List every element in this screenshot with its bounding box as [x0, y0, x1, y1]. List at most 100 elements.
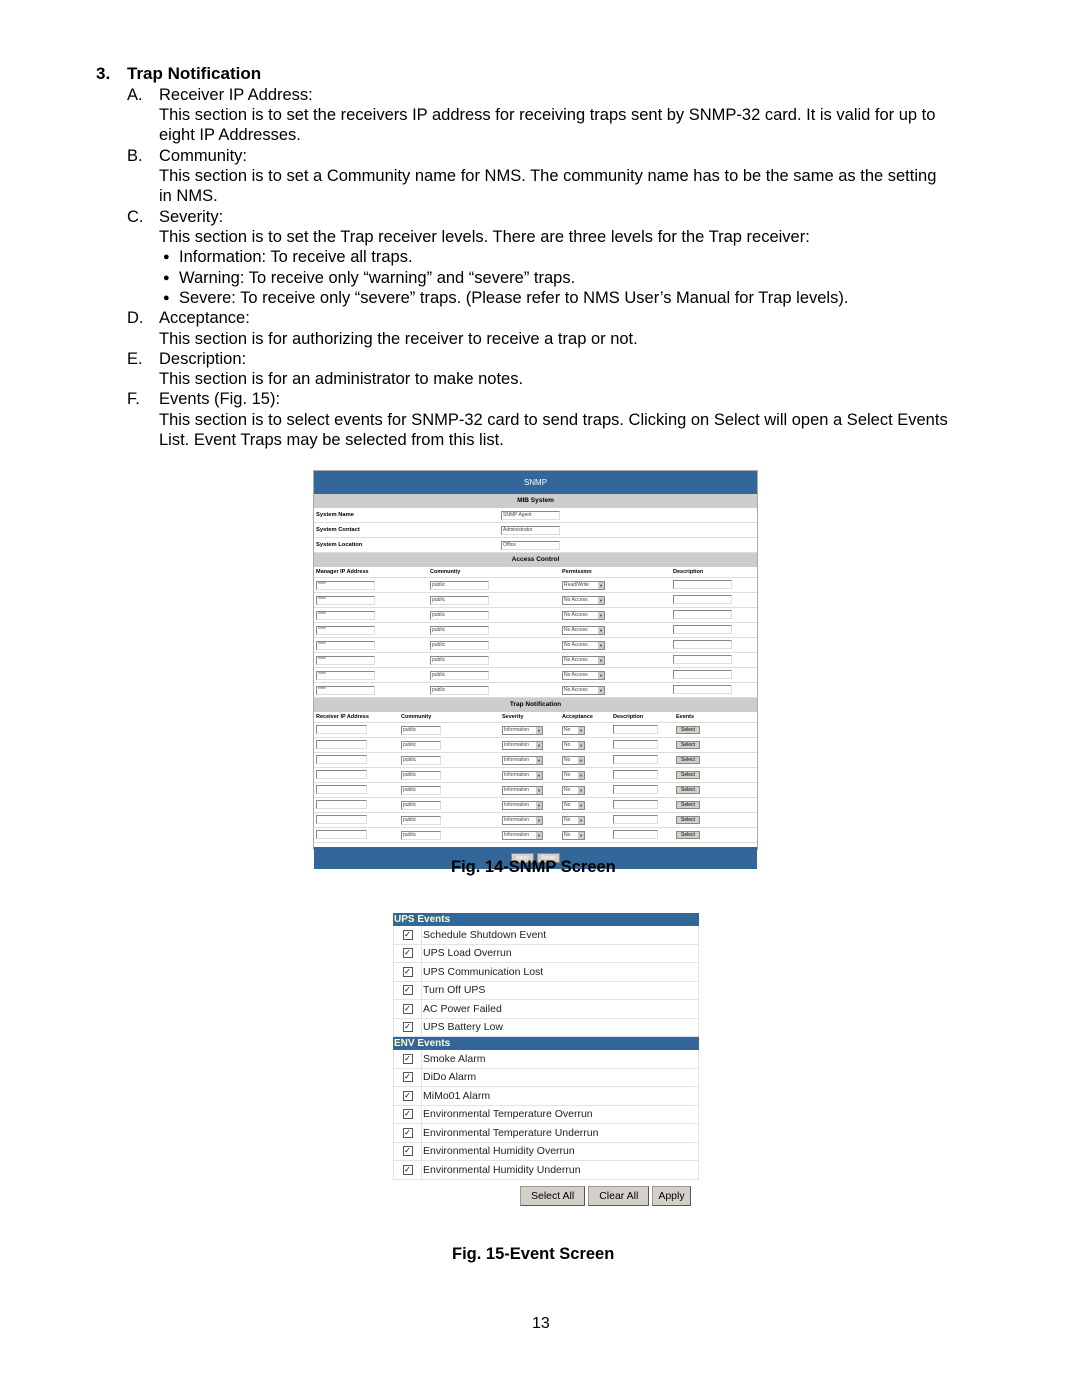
receiver-ip-input[interactable] [316, 754, 367, 764]
community-input[interactable]: public [430, 655, 489, 665]
trap-description-input[interactable] [613, 784, 658, 794]
description-input[interactable] [673, 639, 732, 649]
receiver-ip-input[interactable] [316, 784, 367, 794]
manager-ip-input[interactable]: **** [316, 580, 375, 590]
checkbox-checked[interactable]: ✓ [402, 966, 413, 977]
manager-ip-input[interactable]: **** [316, 595, 375, 605]
receiver-ip-input[interactable] [316, 724, 367, 734]
select-events-button[interactable]: Select [676, 771, 700, 779]
community-input[interactable]: public [430, 610, 489, 620]
select-events-button[interactable]: Select [676, 801, 700, 809]
severity-select[interactable]: Information ▼ [502, 815, 543, 825]
manager-ip-input[interactable]: **** [316, 610, 375, 620]
description-input[interactable] [673, 654, 732, 664]
description-input[interactable] [673, 669, 732, 679]
event-apply-button[interactable]: Apply [652, 1186, 691, 1206]
trap-community-input[interactable]: public [401, 770, 441, 780]
receiver-ip-input[interactable] [316, 829, 367, 839]
description-input[interactable] [673, 594, 732, 604]
checkbox-checked[interactable]: ✓ [402, 1072, 413, 1083]
trap-community-input[interactable]: public [401, 755, 441, 765]
receiver-ip-input[interactable] [316, 799, 367, 809]
trap-description-input[interactable] [613, 799, 658, 809]
community-input[interactable]: public [430, 640, 489, 650]
trap-community-input[interactable]: public [401, 830, 441, 840]
select-events-button[interactable]: Select [676, 831, 700, 839]
checkbox-checked[interactable]: ✓ [402, 929, 413, 940]
select-events-button[interactable]: Select [676, 786, 700, 794]
trap-community-input[interactable]: public [401, 740, 441, 750]
checkbox-checked[interactable]: ✓ [402, 1090, 413, 1101]
select-events-button[interactable]: Select [676, 741, 700, 749]
acceptance-select[interactable]: No ▼ [562, 785, 585, 795]
cell: **** [314, 640, 430, 650]
checkbox-checked[interactable]: ✓ [402, 1127, 413, 1138]
manager-ip-input[interactable]: **** [316, 670, 375, 680]
severity-select[interactable]: Information ▼ [502, 785, 543, 795]
community-input[interactable]: public [430, 625, 489, 635]
severity-select[interactable]: Information ▼ [502, 770, 543, 780]
trap-description-input[interactable] [613, 739, 658, 749]
trap-description-input[interactable] [613, 754, 658, 764]
manager-ip-input[interactable]: **** [316, 625, 375, 635]
permission-select[interactable]: No Access ▼ [562, 655, 605, 665]
checkbox-checked[interactable]: ✓ [402, 985, 413, 996]
select-events-button[interactable]: Select [676, 726, 700, 734]
manager-ip-input[interactable]: **** [316, 685, 375, 695]
trap-description-input[interactable] [613, 724, 658, 734]
permission-select[interactable]: No Access ▼ [562, 625, 605, 635]
permission-select[interactable]: No Access ▼ [562, 595, 605, 605]
description-input[interactable] [673, 609, 732, 619]
trap-community-input[interactable]: public [401, 725, 441, 735]
acceptance-select[interactable]: No ▼ [562, 830, 585, 840]
trap-description-input[interactable] [613, 814, 658, 824]
acceptance-select[interactable]: No ▼ [562, 755, 585, 765]
trap-description-input[interactable] [613, 769, 658, 779]
community-input[interactable]: public [430, 685, 489, 695]
select-all-button[interactable]: Select All [520, 1186, 586, 1206]
permission-select[interactable]: No Access ▼ [562, 640, 605, 650]
permission-select[interactable]: No Access ▼ [562, 670, 605, 680]
receiver-ip-input[interactable] [316, 769, 367, 779]
checkbox-checked[interactable]: ✓ [402, 1146, 413, 1157]
receiver-ip-input[interactable] [316, 739, 367, 749]
description-input[interactable] [673, 624, 732, 634]
trap-community-input[interactable]: public [401, 815, 441, 825]
checkbox-checked[interactable]: ✓ [402, 948, 413, 959]
trap-community-input[interactable]: public [401, 785, 441, 795]
clear-all-button[interactable]: Clear All [588, 1186, 650, 1206]
mib-input[interactable]: Administrator [501, 525, 560, 535]
select-events-button[interactable]: Select [676, 756, 700, 764]
permission-select[interactable]: No Access ▼ [562, 685, 605, 695]
mib-input[interactable]: Office [501, 540, 560, 550]
acceptance-select[interactable]: No ▼ [562, 725, 585, 735]
trap-description-input[interactable] [613, 829, 658, 839]
trap-community-input[interactable]: public [401, 800, 441, 810]
permission-select[interactable]: Read/Write ▼ [562, 580, 605, 590]
severity-select[interactable]: Information ▼ [502, 830, 543, 840]
manager-ip-input[interactable]: **** [316, 640, 375, 650]
mib-input[interactable]: SNMP Agent [501, 510, 560, 520]
severity-select[interactable]: Information ▼ [502, 800, 543, 810]
severity-select[interactable]: Information ▼ [502, 725, 543, 735]
select-events-button[interactable]: Select [676, 816, 700, 824]
description-input[interactable] [673, 579, 732, 589]
checkbox-checked[interactable]: ✓ [402, 1003, 413, 1014]
community-input[interactable]: public [430, 670, 489, 680]
acceptance-select[interactable]: No ▼ [562, 815, 585, 825]
acceptance-select[interactable]: No ▼ [562, 770, 585, 780]
description-input[interactable] [673, 684, 732, 694]
permission-select[interactable]: No Access ▼ [562, 610, 605, 620]
manager-ip-input[interactable]: **** [316, 655, 375, 665]
acceptance-select[interactable]: No ▼ [562, 740, 585, 750]
checkbox-checked[interactable]: ✓ [402, 1109, 413, 1120]
checkbox-checked[interactable]: ✓ [402, 1022, 413, 1033]
receiver-ip-input[interactable] [316, 814, 367, 824]
severity-select[interactable]: Information ▼ [502, 755, 543, 765]
community-input[interactable]: public [430, 595, 489, 605]
severity-select[interactable]: Information ▼ [502, 740, 543, 750]
checkbox-checked[interactable]: ✓ [402, 1053, 413, 1064]
community-input[interactable]: public [430, 580, 489, 590]
acceptance-select[interactable]: No ▼ [562, 800, 585, 810]
checkbox-checked[interactable]: ✓ [402, 1164, 413, 1175]
